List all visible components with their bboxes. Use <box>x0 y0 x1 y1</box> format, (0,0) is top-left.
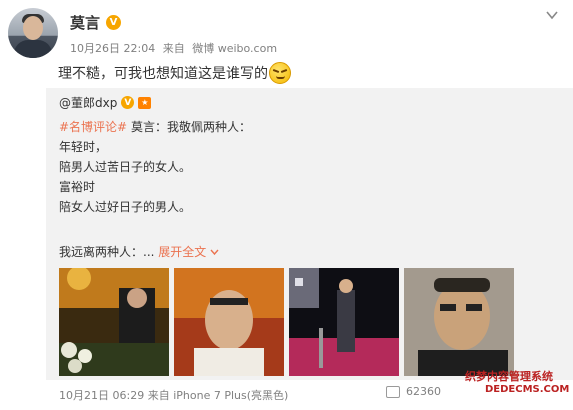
chevron-down-icon[interactable] <box>545 8 559 22</box>
repost-meta: 10月21日 06:29 来自 iPhone 7 Plus(亮黑色) <box>59 387 288 403</box>
expand-chevron-icon <box>210 249 219 256</box>
repost-source[interactable]: iPhone 7 Plus(亮黑色) <box>173 389 288 402</box>
repost-lead: #名博评论# 莫言：我敬佩两种人： <box>59 118 251 135</box>
post-body: 理不糙，可我也想知道这是谁写的 <box>58 66 268 82</box>
repost-line-4: 陪女人过好日子的男人。 <box>59 200 192 214</box>
post-meta: 10月26日 22:04 来自 微博 weibo.com <box>70 40 281 56</box>
topic-link[interactable]: #名博评论# <box>59 120 127 134</box>
doge-emoji-icon <box>269 62 291 84</box>
watermark-line-1: 织梦内容管理系统 <box>465 370 553 383</box>
repost-photo-2[interactable] <box>174 268 284 376</box>
repost-last-line: 我远离两种人：... 展开全文 <box>59 243 219 260</box>
repost-author-name[interactable]: @董郎dxp <box>59 94 117 111</box>
repost-author: @董郎dxp V ★ <box>59 94 152 111</box>
post-source[interactable]: 微博 weibo.com <box>192 42 277 55</box>
lead-text: 莫言：我敬佩两种人： <box>130 120 251 134</box>
repost-count: 62360 <box>406 385 441 398</box>
repost-photo-4[interactable] <box>404 268 514 376</box>
repost-source-prefix: 来自 <box>147 389 170 402</box>
post-author: 莫言 V <box>70 12 122 33</box>
repost-footer: 10月21日 06:29 来自 iPhone 7 Plus(亮黑色) 62360… <box>46 371 573 405</box>
avatar[interactable] <box>8 8 58 58</box>
author-name[interactable]: 莫言 <box>70 12 100 33</box>
repost-card: @董郎dxp V ★ #名博评论# 莫言：我敬佩两种人： 年轻时， 陪男人过苦日… <box>46 88 573 380</box>
verified-badge-icon: V <box>121 96 135 109</box>
repost-photo-3[interactable] <box>289 268 399 376</box>
watermark-line-2: DEDECMS.COM <box>485 384 570 395</box>
expand-button[interactable]: 展开全文 <box>158 245 219 259</box>
repost-photo-1[interactable] <box>59 268 169 376</box>
repost-line-2: 陪男人过苦日子的女人。 <box>59 160 192 174</box>
repost-line-3: 富裕时 <box>59 180 96 194</box>
last-line-text: 我远离两种人：... <box>59 245 155 259</box>
repost-line-1: 年轻时， <box>59 140 108 154</box>
repost-stats[interactable]: 62360 <box>386 385 441 398</box>
post-text: 理不糙，可我也想知道这是谁写的 <box>58 62 291 84</box>
post-time[interactable]: 10月26日 22:04 <box>70 42 155 55</box>
repost-icon <box>386 385 400 398</box>
source-prefix: 来自 <box>162 42 185 55</box>
member-crown-icon: ★ <box>138 96 152 109</box>
verified-badge-icon: V <box>106 15 122 30</box>
repost-time[interactable]: 10月21日 06:29 <box>59 389 144 402</box>
